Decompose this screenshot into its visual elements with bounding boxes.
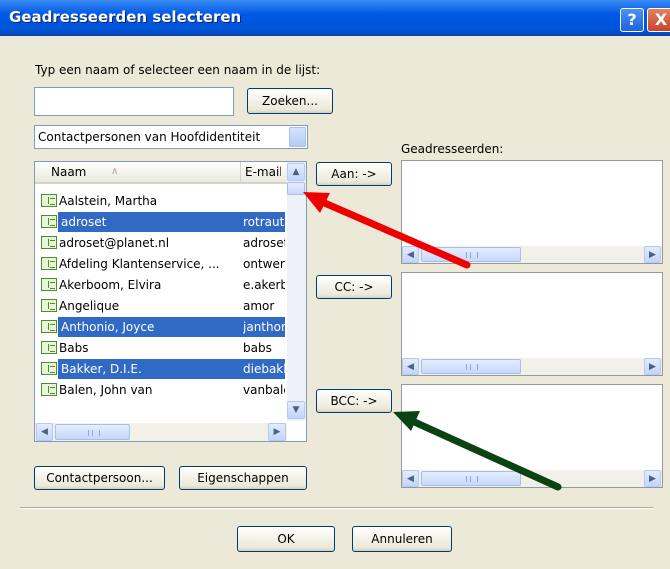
green-arrow-icon (393, 411, 562, 491)
dialog-window: Geadresseerden selecteren ? X Typ een na… (0, 0, 670, 569)
annotation-arrows (303, 192, 562, 491)
red-arrow-icon (303, 192, 471, 269)
